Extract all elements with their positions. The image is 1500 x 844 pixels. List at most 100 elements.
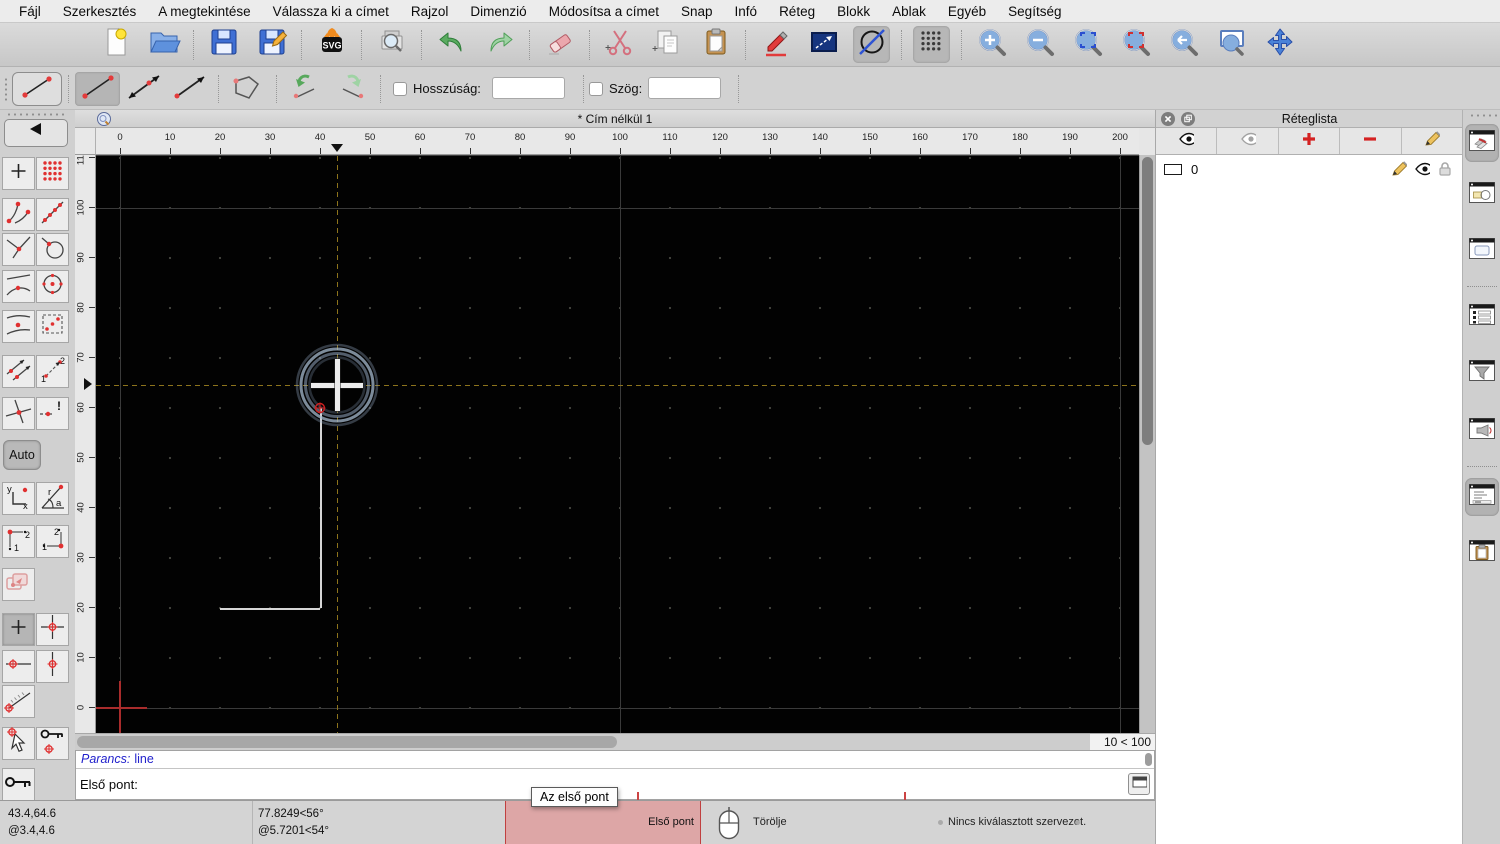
layer-color-swatch[interactable]	[1164, 164, 1182, 175]
snap-free-button[interactable]	[2, 157, 35, 190]
lock-relative-zero-button[interactable]	[36, 727, 69, 760]
angle-input[interactable]	[648, 77, 721, 99]
angle-checkbox[interactable]	[589, 82, 603, 96]
save-button[interactable]	[205, 26, 242, 63]
dock-clipboard-button[interactable]	[1465, 534, 1499, 572]
menu-ablak[interactable]: Ablak	[881, 0, 937, 23]
corner-order-21-button[interactable]: 12	[36, 525, 69, 558]
menu-snap[interactable]: Snap	[670, 0, 724, 23]
dock-layer-list-button[interactable]	[1465, 124, 1499, 162]
print-preview-button[interactable]	[373, 26, 410, 63]
drawing-canvas[interactable]	[96, 155, 1139, 733]
undo-button[interactable]	[433, 26, 470, 63]
coord-cartesian-button[interactable]: yx	[2, 482, 35, 515]
menu-egy-b[interactable]: Egyéb	[937, 0, 997, 23]
redo-segment-button[interactable]	[330, 72, 373, 106]
pan-button[interactable]	[1261, 26, 1298, 63]
snap-auto-button[interactable]: Auto	[3, 440, 41, 470]
tool-line-2points-button[interactable]	[75, 72, 120, 106]
horizontal-scrollbar[interactable]	[75, 733, 1090, 750]
set-relative-zero-button[interactable]	[2, 768, 35, 800]
tool-line-angle-button[interactable]	[122, 72, 166, 106]
zoom-selected-button[interactable]	[1117, 26, 1154, 63]
restrict-angle-button[interactable]	[2, 685, 35, 718]
draft-mode-button[interactable]	[853, 26, 890, 63]
back-button[interactable]	[4, 119, 68, 147]
menu-rajzol[interactable]: Rajzol	[400, 0, 460, 23]
edit-layer-button[interactable]	[1402, 128, 1463, 154]
snap-parallel-button[interactable]	[2, 355, 35, 388]
zoom-auto-button[interactable]	[1069, 26, 1106, 63]
vertical-scrollbar[interactable]	[1139, 155, 1155, 733]
snap-middle-button[interactable]	[2, 310, 35, 343]
snap-endpoint-button[interactable]	[2, 198, 35, 231]
tool-polyline-button[interactable]	[224, 72, 266, 106]
restrict-nothing-button[interactable]	[2, 613, 35, 646]
save-as-button[interactable]	[253, 26, 290, 63]
select-relative-zero-button[interactable]	[2, 727, 35, 760]
menu-a-megtekint-se[interactable]: A megtekintése	[147, 0, 261, 23]
add-layer-button[interactable]	[1279, 128, 1340, 154]
zoom-out-button[interactable]	[1021, 26, 1058, 63]
menu-dimenzi-[interactable]: Dimenzió	[459, 0, 537, 23]
snap-center-button[interactable]	[36, 270, 69, 303]
length-input[interactable]	[492, 77, 565, 99]
lock-grey-icon[interactable]	[1437, 161, 1453, 180]
corner-order-12-button[interactable]: 12	[2, 525, 35, 558]
snap-intersection-auto-button[interactable]	[2, 233, 35, 266]
snap-grid-button[interactable]	[36, 157, 69, 190]
svg-export-button[interactable]: SVG	[313, 26, 350, 63]
grid-toggle-button[interactable]	[913, 26, 950, 63]
command-history-scrollbar[interactable]	[1145, 753, 1152, 766]
restrict-vertical-button[interactable]	[36, 650, 69, 683]
menu-m-dos-tsa-a-c-met[interactable]: Módosítsa a címet	[538, 0, 670, 23]
zoom-in-button[interactable]	[973, 26, 1010, 63]
remove-layer-button[interactable]	[1340, 128, 1401, 154]
hide-all-layers-button[interactable]	[1217, 128, 1278, 154]
restrict-disabled-button[interactable]	[2, 568, 35, 601]
toolbar-drag-handle[interactable]	[4, 77, 8, 101]
menu-inf-[interactable]: Infó	[724, 0, 769, 23]
show-all-layers-button[interactable]	[1156, 128, 1217, 154]
horizontal-scrollbar-thumb[interactable]	[77, 736, 617, 748]
dock-command-event-button[interactable]	[1465, 412, 1499, 450]
snap-intersection-manual-button[interactable]: !	[36, 397, 69, 430]
vertical-scrollbar-thumb[interactable]	[1142, 157, 1153, 445]
snap-distance-rect-button[interactable]	[36, 310, 69, 343]
keyboard-focus-button[interactable]	[1128, 773, 1150, 795]
zoom-window-button[interactable]	[1213, 26, 1250, 63]
undo-segment-button[interactable]	[283, 72, 326, 106]
menu-szerkeszt-s[interactable]: Szerkesztés	[52, 0, 148, 23]
layer-row[interactable]: 0	[1156, 158, 1463, 180]
dock-library-browser-button[interactable]	[1465, 232, 1499, 270]
pencil-yellow-icon[interactable]	[1391, 161, 1407, 180]
restrict-orthogonal-button[interactable]	[36, 613, 69, 646]
menu-r-teg[interactable]: Réteg	[768, 0, 826, 23]
eye-black-icon[interactable]	[1414, 161, 1430, 180]
copy-button[interactable]	[649, 26, 686, 63]
snap-nearest-button[interactable]	[2, 270, 35, 303]
line-entity[interactable]	[320, 408, 322, 608]
delete-button[interactable]	[541, 26, 578, 63]
redo-button[interactable]	[481, 26, 518, 63]
command-input[interactable]	[146, 772, 1121, 797]
open-file-button[interactable]	[145, 26, 182, 63]
dock-drag-handle[interactable]	[1469, 113, 1497, 118]
tool-line-button[interactable]	[12, 72, 62, 106]
paste-button[interactable]	[697, 26, 734, 63]
zoom-previous-button[interactable]	[1165, 26, 1202, 63]
cut-button[interactable]	[601, 26, 638, 63]
line-entity[interactable]	[220, 608, 320, 610]
menu-v-lassza-ki-a-c-met[interactable]: Válassza ki a címet	[262, 0, 400, 23]
coord-polar-button[interactable]: ra	[36, 482, 69, 515]
dock-entity-list-button[interactable]	[1465, 298, 1499, 336]
menu-blokk[interactable]: Blokk	[826, 0, 881, 23]
restrict-horizontal-button[interactable]	[2, 650, 35, 683]
menu-f-jl[interactable]: Fájl	[8, 0, 52, 23]
dock-command-line-button[interactable]	[1465, 478, 1499, 516]
snap-intersection-button[interactable]	[2, 397, 35, 430]
dock-block-list-button[interactable]	[1465, 176, 1499, 214]
length-checkbox[interactable]	[393, 82, 407, 96]
snap-distance-points-button[interactable]: 12	[36, 355, 69, 388]
new-file-button[interactable]	[97, 26, 134, 63]
